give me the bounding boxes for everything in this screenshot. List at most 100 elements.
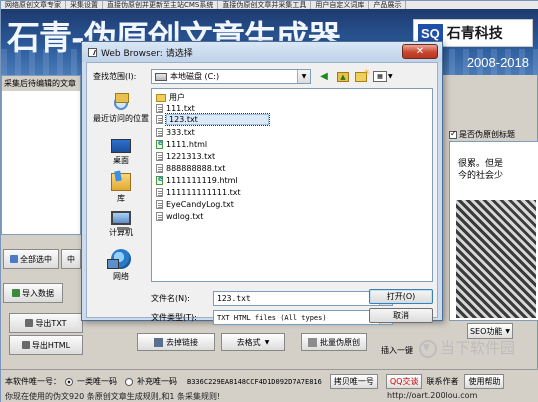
select-all-button[interactable]: 全部选中 (3, 249, 59, 269)
place-label: 网络 (113, 272, 129, 281)
file-name: wdlog.txt (166, 212, 204, 221)
radio-type2-label: 补充唯一码 (137, 377, 177, 386)
list-item[interactable]: wdlog.txt (156, 211, 203, 222)
list-item[interactable]: 1111.html (156, 139, 207, 150)
middle-button[interactable]: 中 (61, 249, 81, 269)
text-file-icon (156, 104, 163, 113)
lookin-value: 本地磁盘 (C:) (170, 72, 220, 81)
serial-code: B336C229EA8148CCF4D1D092D7A7E816 (187, 377, 322, 386)
radio-type2[interactable] (125, 377, 133, 386)
insert-keyword-label: 插入一键 (381, 345, 413, 355)
list-item[interactable]: 333.txt (156, 127, 195, 138)
new-folder-icon[interactable] (355, 68, 370, 82)
menu-item[interactable]: 用户自定义词库 (311, 1, 370, 9)
pseudo-title-option[interactable]: 是否伪原创标题 (449, 129, 515, 140)
contact-label[interactable]: 联系作者 (426, 376, 458, 387)
filename-input[interactable]: 123.txt ▼ (213, 291, 393, 306)
copy-serial-button[interactable]: 拷贝唯一号 (329, 374, 378, 389)
chevron-down-icon[interactable]: ▼ (388, 73, 393, 80)
remove-format-button[interactable]: 去格式 ▼ (221, 333, 285, 351)
place-recent[interactable]: 最近访问的位置 (93, 89, 149, 135)
computer-icon (111, 211, 131, 230)
seo-label: SEO功能 (469, 326, 503, 336)
website-url[interactable]: http://oart.200lou.com (387, 391, 477, 400)
cancel-button[interactable]: 取消 (369, 308, 433, 323)
qq-chat-label: QQ交谈 (389, 377, 419, 386)
radio-type1[interactable] (65, 377, 73, 386)
file-list[interactable]: 用户 111.txt 123.txt 333.txt 1111.html (151, 88, 433, 282)
place-desktop[interactable]: 桌面 (93, 135, 149, 169)
menu-item[interactable]: 网络原创文章专家 (1, 1, 66, 9)
menu-item[interactable]: 采集设置 (66, 1, 103, 9)
dialog-body: 查找范围(I): 本地磁盘 (C:) ▼ ◀ ▲ ▦ ▼ 最近访问的位置 (86, 62, 438, 325)
places-bar: 最近访问的位置 桌面 库 计算机 网络 (93, 89, 149, 283)
file-name: 333.txt (166, 128, 195, 137)
menu-item[interactable]: 直接伪原创并更新至主站CMS系统 (103, 1, 219, 9)
lookin-row: 查找范围(I): 本地磁盘 (C:) ▼ ◀ ▲ ▦ ▼ (93, 68, 393, 84)
import-button[interactable]: 导入数据 (3, 283, 63, 303)
qq-chat-button[interactable]: QQ交谈 (385, 374, 423, 389)
up-folder-icon[interactable]: ▲ (337, 71, 349, 82)
watermark-text: 当下软件园 (440, 339, 516, 357)
menu-item[interactable]: 产品展示 (369, 1, 407, 9)
pseudo-title-checkbox[interactable] (449, 129, 457, 139)
place-library[interactable]: 库 (93, 169, 149, 207)
watermark-logo-icon (419, 339, 437, 358)
back-icon[interactable]: ◀ (317, 70, 331, 83)
open-button[interactable]: 打开(O) (369, 289, 433, 304)
text-file-icon (156, 200, 163, 209)
help-button[interactable]: 使用帮助 (464, 374, 505, 389)
watermark: 当下软件园 (419, 337, 538, 367)
menu-item[interactable]: 直接伪原创文章并采集工具 (218, 1, 312, 9)
file-name: 1111.html (166, 140, 208, 149)
chevron-down-icon[interactable]: ▼ (297, 70, 310, 83)
list-item-selected[interactable]: 123.txt (156, 113, 270, 126)
serial-label: 本软件唯一号： (5, 377, 61, 386)
lookin-combo[interactable]: 本地磁盘 (C:) ▼ (151, 69, 311, 84)
file-name: 1221313.txt (166, 152, 216, 161)
remove-link-button[interactable]: 去掉链接 (137, 333, 215, 351)
insert-keyword-button[interactable]: 插入一键 (369, 341, 425, 359)
article-list-panel[interactable]: 采集后待编辑的文章 (1, 75, 81, 235)
rules-notice: 你现在使用的伪文920 条原创文章生成规则,和1 条采集规则! (5, 392, 221, 401)
text-file-icon (156, 152, 163, 161)
html-file-icon (156, 175, 163, 185)
article-editor[interactable]: 很累。但是 今的社会少 (449, 141, 538, 321)
article-line: 很累。但是 (458, 159, 504, 169)
file-name: EyeCandyLog.txt (166, 200, 234, 209)
lookin-label: 查找范围(I): (93, 72, 137, 81)
filename-value: 123.txt (217, 294, 251, 303)
list-item[interactable]: 111111111111.txt (156, 187, 241, 198)
middle-label: 中 (67, 254, 75, 264)
menubar: 网络原创文章专家 采集设置 直接伪原创并更新至主站CMS系统 直接伪原创文章并采… (1, 1, 538, 9)
export-html-button[interactable]: 导出HTML (9, 335, 83, 355)
list-item[interactable]: EyeCandyLog.txt (156, 199, 234, 210)
place-network[interactable]: 网络 (93, 245, 149, 283)
article-list-label: 采集后待编辑的文章 (2, 76, 80, 91)
dialog-titlebar[interactable]: Web Browser: 请选择 (82, 42, 442, 62)
network-icon (107, 249, 131, 269)
batch-pseudo-button[interactable]: 批量伪原创 (301, 333, 367, 351)
select-all-icon (10, 255, 18, 263)
view-menu-icon[interactable]: ▦ (373, 71, 387, 82)
file-name: 123.txt (165, 113, 270, 126)
dialog-app-icon (88, 47, 97, 57)
list-item[interactable]: 888888888.txt (156, 163, 225, 174)
text-file-icon (156, 212, 163, 221)
list-item[interactable]: 1111111119.html (156, 175, 238, 186)
desktop-icon (111, 139, 131, 153)
import-label: 导入数据 (22, 288, 54, 298)
list-item[interactable]: 1221313.txt (156, 151, 215, 162)
logo-mark: SQ (418, 23, 443, 43)
article-text: 很累。但是 今的社会少 (450, 142, 538, 182)
list-item[interactable]: 用户 (156, 92, 185, 103)
place-computer[interactable]: 计算机 (93, 207, 149, 245)
text-file-icon (156, 188, 163, 197)
list-item[interactable]: 111.txt (156, 103, 195, 114)
filetype-row: 文件类型(T): TXT HTML files (All types) ▼ (151, 310, 393, 325)
filetype-select[interactable]: TXT HTML files (All types) ▼ (213, 310, 393, 325)
export-txt-button[interactable]: 导出TXT (9, 313, 83, 333)
place-label: 最近访问的位置 (93, 114, 149, 123)
close-icon[interactable]: ✕ (402, 44, 438, 59)
article-line: 今的社会少 (458, 171, 504, 181)
